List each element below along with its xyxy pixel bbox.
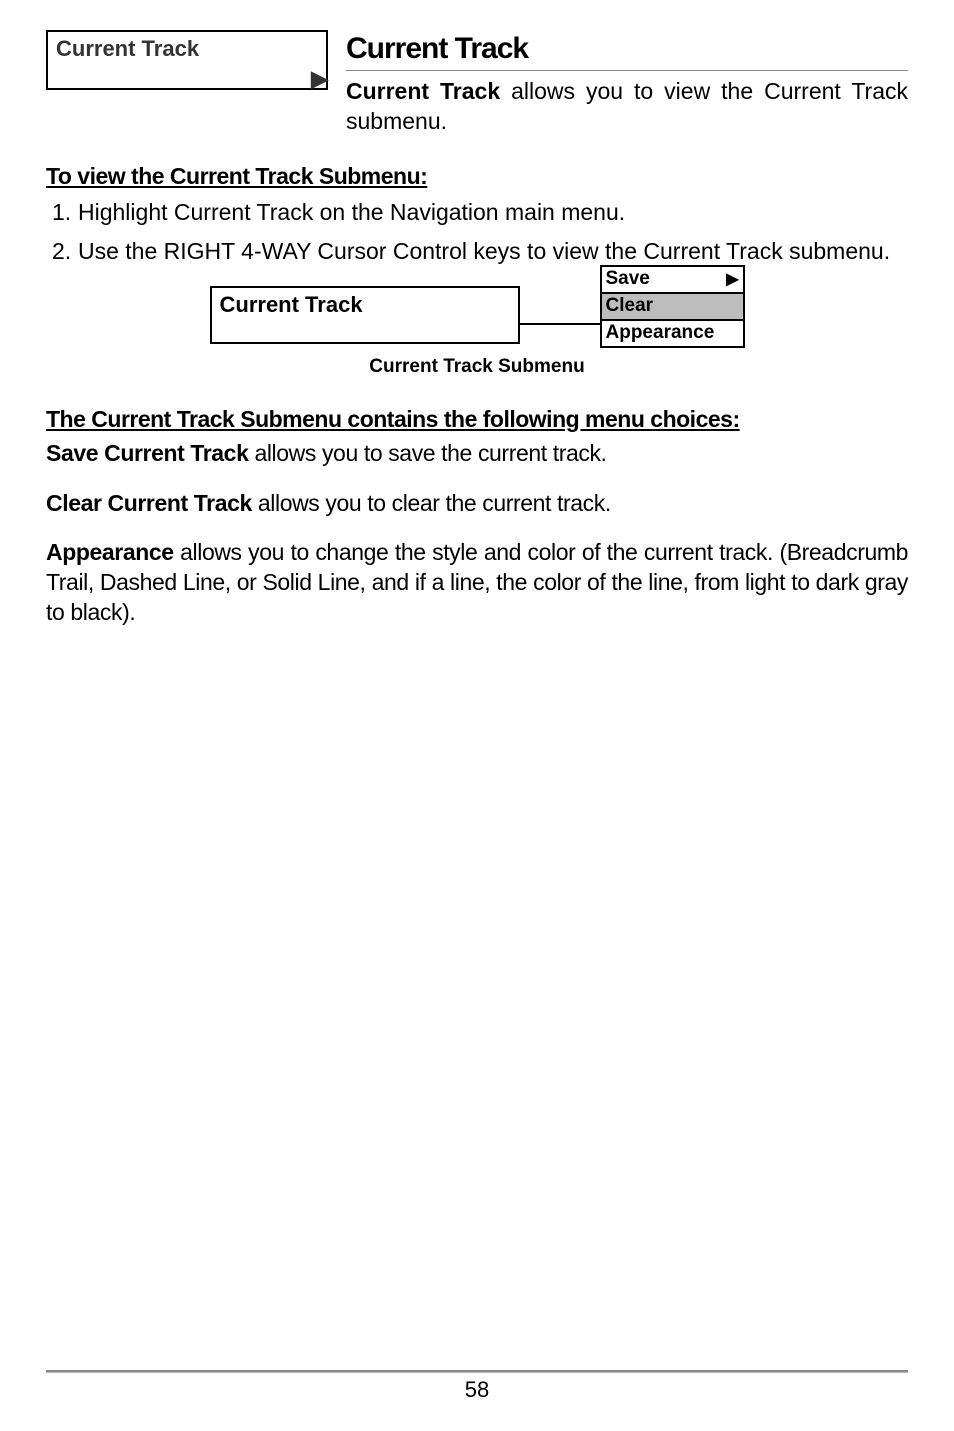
page-number: 58: [46, 1377, 908, 1403]
intro-text: Current Track allows you to view the Cur…: [346, 77, 908, 137]
appearance-rest: allows you to change the style and color…: [46, 539, 908, 625]
clear-paragraph: Clear Current Track allows you to clear …: [46, 489, 908, 519]
clear-rest: allows you to clear the current track.: [252, 490, 611, 516]
appearance-paragraph: Appearance allows you to change the styl…: [46, 538, 908, 628]
save-paragraph: Save Current Track allows you to save th…: [46, 439, 908, 469]
submenu-row-appearance: Appearance: [602, 319, 743, 346]
view-submenu-heading: To view the Current Track Submenu:: [46, 163, 908, 190]
submenu-row-save: Save ▶: [602, 267, 743, 292]
save-strong: Save Current Track: [46, 440, 248, 466]
submenu-row-clear-label: Clear: [606, 295, 654, 318]
step-2-text: Use the RIGHT 4-WAY Cursor Control keys …: [78, 238, 890, 264]
menu-box-current-track: Current Track ▶: [46, 30, 328, 90]
submenu-figure-right-box: Save ▶ Clear Appearance: [600, 265, 745, 347]
save-rest: allows you to save the current track.: [248, 440, 606, 466]
clear-strong: Clear Current Track: [46, 490, 252, 516]
submenu-figure: Current Track Save ▶ Clear Appearance: [210, 283, 745, 347]
appearance-strong: Appearance: [46, 539, 174, 565]
menu-box-label: Current Track: [56, 36, 199, 61]
submenu-row-appearance-label: Appearance: [606, 322, 715, 345]
submenu-figure-left-label: Current Track: [220, 292, 363, 317]
submenu-row-save-label: Save: [606, 268, 650, 291]
step-1-number: 1.: [52, 198, 71, 227]
page-footer: 58: [46, 1370, 908, 1403]
footer-divider: [46, 1370, 908, 1373]
arrow-right-icon: ▶: [311, 68, 328, 90]
arrow-right-icon: ▶: [726, 270, 738, 289]
submenu-figure-connector: [520, 323, 600, 325]
figure-caption: Current Track Submenu: [46, 356, 908, 378]
choices-heading: The Current Track Submenu contains the f…: [46, 406, 908, 433]
submenu-row-clear: Clear: [602, 292, 743, 319]
step-2: 2. Use the RIGHT 4-WAY Cursor Control ke…: [78, 237, 908, 266]
step-1: 1. Highlight Current Track on the Naviga…: [78, 198, 908, 227]
page-title: Current Track: [346, 32, 908, 66]
step-2-number: 2.: [52, 237, 71, 266]
step-1-text: Highlight Current Track on the Navigatio…: [78, 199, 625, 225]
submenu-figure-left-box: Current Track: [210, 286, 520, 344]
title-divider: [346, 70, 908, 71]
intro-strong: Current Track: [346, 78, 500, 104]
